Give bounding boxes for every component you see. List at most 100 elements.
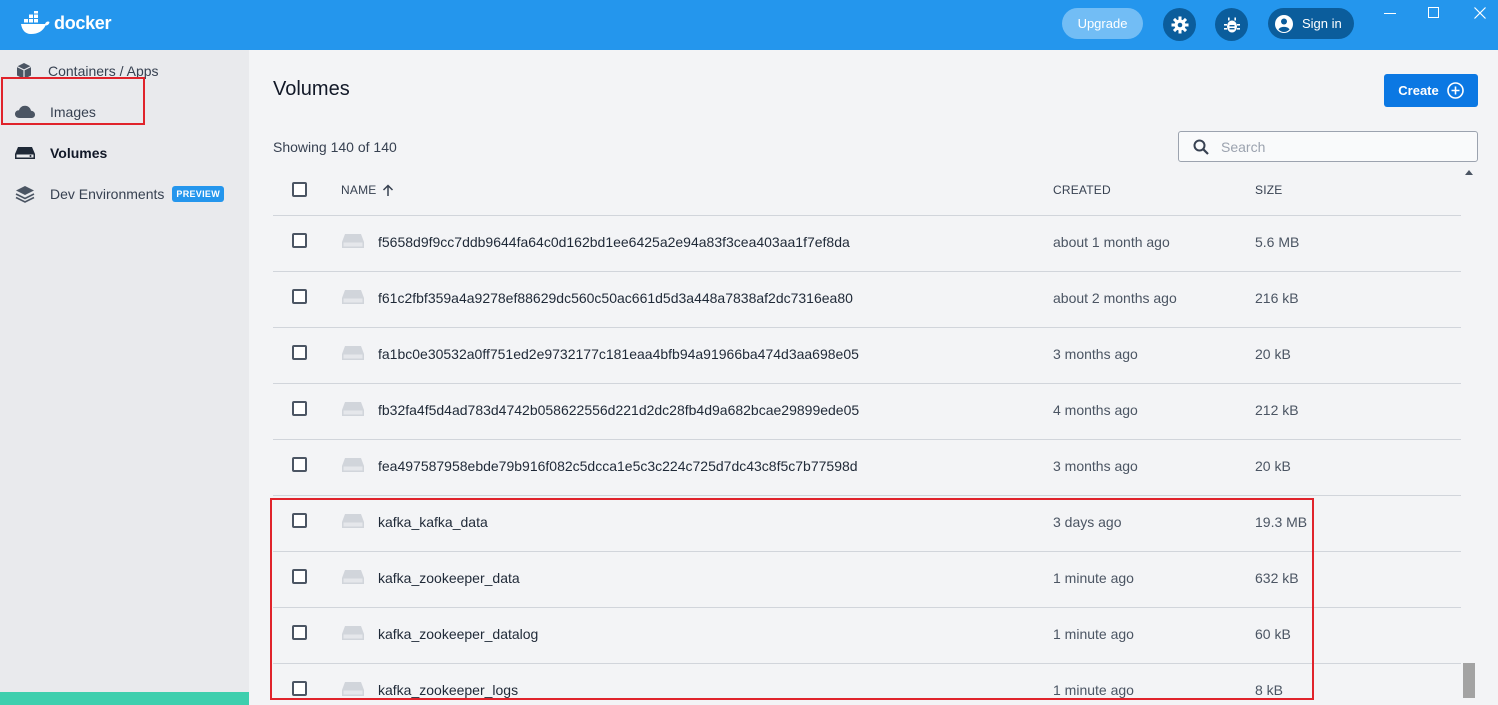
logo-text: docker (54, 12, 112, 33)
sidebar-item-dev-environments[interactable]: Dev Environments PREVIEW (0, 173, 249, 214)
docker-logo: docker (20, 11, 112, 35)
close-icon (1474, 7, 1486, 19)
volume-size: 60 kB (1255, 626, 1291, 642)
column-header-size[interactable]: SIZE (1255, 183, 1282, 197)
volume-icon (342, 402, 364, 416)
volume-size: 19.3 MB (1255, 514, 1308, 530)
table-row[interactable]: kafka_zookeeper_data 1 minute ago 632 kB (273, 552, 1461, 608)
volume-name[interactable]: kafka_kafka_data (378, 514, 488, 530)
minimize-button[interactable] (1378, 4, 1402, 22)
maximize-icon (1428, 7, 1439, 18)
bug-icon (1223, 17, 1240, 32)
table-row[interactable]: fb32fa4f5d4ad783d4742b058622556d221d2dc2… (273, 384, 1461, 440)
user-avatar-icon (1275, 14, 1293, 33)
sidebar-status-bar (0, 692, 249, 705)
result-count: Showing 140 of 140 (273, 139, 397, 155)
sidebar-item-volumes[interactable]: Volumes (0, 132, 249, 173)
select-all-checkbox[interactable] (292, 182, 307, 197)
volume-name[interactable]: kafka_zookeeper_data (378, 570, 520, 586)
volume-icon (342, 290, 364, 304)
volume-size: 216 kB (1255, 290, 1299, 306)
minimize-icon (1384, 13, 1396, 14)
volume-created: 3 months ago (1053, 458, 1138, 474)
column-header-label: CREATED (1053, 183, 1111, 197)
troubleshoot-button[interactable] (1215, 8, 1248, 41)
table-row[interactable]: f61c2fbf359a4a9278ef88629dc560c50ac661d5… (273, 272, 1461, 328)
table-row[interactable]: f5658d9f9cc7ddb9644fa64c0d162bd1ee6425a2… (273, 216, 1461, 272)
search-icon (1193, 139, 1209, 155)
sidebar-item-label: Volumes (50, 144, 108, 161)
volume-created: about 1 month ago (1053, 234, 1170, 250)
arrow-up-icon (383, 183, 394, 196)
active-item-highlight (1, 77, 145, 125)
create-label: Create (1398, 83, 1439, 98)
whale-icon (21, 11, 50, 34)
volume-size: 20 kB (1255, 458, 1291, 474)
volume-icon (342, 570, 364, 584)
row-checkbox[interactable] (292, 233, 307, 248)
row-checkbox[interactable] (292, 457, 307, 472)
scroll-thumb[interactable] (1463, 663, 1475, 698)
volume-icon (342, 626, 364, 640)
layers-icon (15, 185, 35, 203)
volume-created: 3 months ago (1053, 346, 1138, 362)
row-checkbox[interactable] (292, 345, 307, 360)
volume-created: 1 minute ago (1053, 626, 1134, 642)
search-input[interactable] (1221, 138, 1461, 155)
volume-created: 1 minute ago (1053, 570, 1134, 586)
preview-badge: PREVIEW (172, 185, 224, 202)
volumes-table: NAME CREATED SIZE f5658d9f9cc7ddb9644fa6… (273, 168, 1461, 705)
upgrade-button[interactable]: Upgrade (1062, 8, 1143, 39)
table-header: NAME CREATED SIZE (273, 168, 1461, 216)
row-checkbox[interactable] (292, 513, 307, 528)
volume-name[interactable]: kafka_zookeeper_datalog (378, 626, 538, 642)
table-row[interactable]: fa1bc0e30532a0ff751ed2e9732177c181eaa4bf… (273, 328, 1461, 384)
volume-icon (342, 458, 364, 472)
row-checkbox[interactable] (292, 569, 307, 584)
settings-button[interactable] (1163, 8, 1196, 41)
volume-size: 632 kB (1255, 570, 1299, 586)
volume-name[interactable]: fb32fa4f5d4ad783d4742b058622556d221d2dc2… (378, 402, 859, 418)
volume-name[interactable]: fea497587958ebde79b916f082c5dcca1e5c3c22… (378, 458, 858, 474)
volume-size: 212 kB (1255, 402, 1299, 418)
volume-created: 3 days ago (1053, 514, 1122, 530)
column-header-label: NAME (341, 183, 377, 197)
volume-created: 1 minute ago (1053, 682, 1134, 698)
sidebar-item-label: Dev Environments (50, 185, 165, 202)
volume-icon (342, 346, 364, 360)
table-scrollbar[interactable] (1461, 168, 1477, 705)
column-header-name[interactable]: NAME (341, 183, 394, 197)
table-row[interactable]: kafka_zookeeper_datalog 1 minute ago 60 … (273, 608, 1461, 664)
volume-name[interactable]: kafka_zookeeper_logs (378, 682, 518, 698)
sign-in-button[interactable]: Sign in (1268, 8, 1354, 39)
search-box (1178, 131, 1478, 162)
scroll-up-arrow-icon[interactable] (1465, 170, 1473, 175)
volume-size: 20 kB (1255, 346, 1291, 362)
volume-name[interactable]: f61c2fbf359a4a9278ef88629dc560c50ac661d5… (378, 290, 853, 306)
table-row[interactable]: kafka_zookeeper_logs 1 minute ago 8 kB (273, 664, 1461, 705)
row-checkbox[interactable] (292, 289, 307, 304)
volume-name[interactable]: fa1bc0e30532a0ff751ed2e9732177c181eaa4bf… (378, 346, 859, 362)
create-volume-button[interactable]: Create (1384, 74, 1478, 107)
volume-icon (342, 682, 364, 696)
volume-size: 5.6 MB (1255, 234, 1300, 250)
volume-icon (342, 234, 364, 248)
table-row[interactable]: fea497587958ebde79b916f082c5dcca1e5c3c22… (273, 440, 1461, 496)
volume-created: about 2 months ago (1053, 290, 1177, 306)
row-checkbox[interactable] (292, 681, 307, 696)
plus-circle-icon (1446, 82, 1464, 99)
volume-size: 8 kB (1255, 682, 1284, 698)
row-checkbox[interactable] (292, 401, 307, 416)
close-button[interactable] (1468, 4, 1492, 22)
volume-icon (342, 514, 364, 528)
column-header-created[interactable]: CREATED (1053, 183, 1111, 197)
row-checkbox[interactable] (292, 625, 307, 640)
volume-name[interactable]: f5658d9f9cc7ddb9644fa64c0d162bd1ee6425a2… (378, 234, 850, 250)
page-title: Volumes (273, 78, 350, 100)
gear-icon (1171, 16, 1188, 33)
table-row[interactable]: kafka_kafka_data 3 days ago 19.3 MB (273, 496, 1461, 552)
hard-drive-icon (15, 146, 35, 159)
column-header-label: SIZE (1255, 183, 1283, 197)
volume-created: 4 months ago (1053, 402, 1138, 418)
maximize-button[interactable] (1422, 4, 1446, 22)
